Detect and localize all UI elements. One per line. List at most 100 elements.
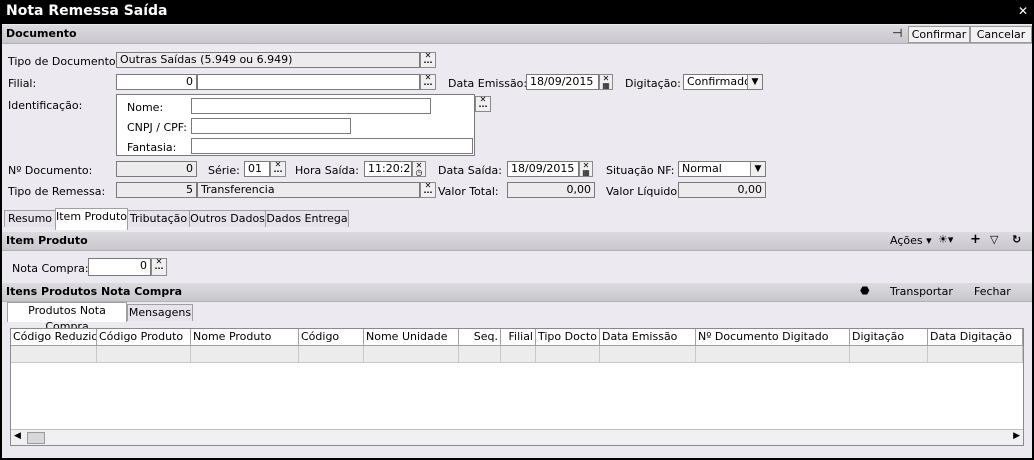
nr-documento-input[interactable]: 0 <box>116 161 197 177</box>
tipo-remessa-label: Tipo de Remessa: <box>8 185 106 198</box>
close-icon[interactable]: ✕ <box>1018 4 1028 18</box>
serie-label: Série: <box>208 164 240 177</box>
tipo-documento-input[interactable]: Outras Saídas (5.949 ou 6.949) <box>116 52 420 68</box>
form-body: Documento ⊣ Confirmar Cancelar Tipo de D… <box>2 24 1032 458</box>
item-produto-header-title: Item Produto <box>6 234 88 247</box>
digitacao-select[interactable]: Confirmado ▼ <box>683 74 763 90</box>
title-bar: Nota Remessa Saída ✕ <box>0 0 1034 24</box>
table-row[interactable] <box>501 346 536 363</box>
add-icon[interactable]: + <box>970 232 981 247</box>
table-row[interactable] <box>696 346 850 363</box>
table-row[interactable] <box>850 346 928 363</box>
fechar-link[interactable]: Fechar <box>974 285 1011 298</box>
acoes-menu[interactable]: Ações ▾ <box>890 234 932 247</box>
fantasia-label: Fantasia: <box>127 141 177 154</box>
col-header[interactable]: Seq. <box>459 329 501 346</box>
valor-total-input[interactable]: 0,00 <box>507 182 595 198</box>
col-header[interactable]: Código Produto <box>97 329 191 346</box>
subtab-mensagens[interactable]: Mensagens <box>127 304 193 321</box>
col-header[interactable]: Código <box>299 329 364 346</box>
col-header[interactable]: Tipo Docto <box>536 329 600 346</box>
table-row[interactable] <box>11 346 97 363</box>
col-header[interactable]: Data Emissão <box>600 329 696 346</box>
scroll-right-icon[interactable]: ▶ <box>1013 431 1020 441</box>
tab-dados-entrega[interactable]: Dados Entrega <box>265 210 349 227</box>
nr-documento-label: Nº Documento: <box>8 164 93 177</box>
data-emissao-calendar-icon[interactable]: ✕ ▦ <box>599 74 613 90</box>
identificacao-panel: Nome: CNPJ / CPF: Fantasia: <box>116 94 475 156</box>
view-options-icon[interactable]: ☀▾ <box>938 233 953 246</box>
transportar-link[interactable]: Transportar <box>890 285 953 298</box>
col-header[interactable]: Nome Unidade <box>364 329 459 346</box>
data-saida-input[interactable]: 18/09/2015 <box>507 161 579 177</box>
itens-header: Itens Produtos Nota Compra ⬣ Transportar… <box>2 283 1032 302</box>
table-row[interactable] <box>536 346 600 363</box>
col-header[interactable]: Filial <box>501 329 536 346</box>
item-produto-header: Item Produto Ações ▾ ☀▾ + ▽ ↻ <box>2 232 1032 251</box>
tab-tributacao[interactable]: Tributação <box>127 210 190 227</box>
table-row[interactable] <box>364 346 459 363</box>
valor-total-label: Valor Total: <box>438 185 499 198</box>
chevron-down-icon[interactable]: ▼ <box>747 75 762 89</box>
tipo-documento-label: Tipo de Documento: <box>8 55 120 68</box>
valor-liquido-label: Valor Líquido: <box>606 185 681 198</box>
nome-label: Nome: <box>127 101 164 114</box>
table-row[interactable] <box>299 346 364 363</box>
tipo-documento-search-button[interactable]: ✕ ··· <box>420 52 436 68</box>
confirmar-button[interactable]: Confirmar <box>908 26 970 43</box>
window: Nota Remessa Saída ✕ Documento ⊣ Confirm… <box>0 0 1034 460</box>
nome-input[interactable] <box>191 98 431 114</box>
filial-name-input[interactable] <box>197 74 420 90</box>
cnpj-label: CNPJ / CPF: <box>127 121 187 134</box>
filial-search-button[interactable]: ✕ ··· <box>420 74 436 90</box>
table-row[interactable] <box>97 346 191 363</box>
col-header[interactable]: Digitação <box>850 329 928 346</box>
serie-input[interactable]: 01 <box>244 161 270 177</box>
nota-compra-label: Nota Compra: <box>12 262 89 275</box>
table-row[interactable] <box>191 346 299 363</box>
cancelar-button[interactable]: Cancelar <box>970 26 1032 43</box>
filter-icon[interactable]: ▽ <box>990 233 998 246</box>
scroll-left-icon[interactable]: ◀ <box>14 431 21 441</box>
data-emissao-input[interactable]: 18/09/2015 <box>526 74 599 90</box>
tab-outros-dados[interactable]: Outros Dados <box>189 210 266 227</box>
filial-code-input[interactable]: 0 <box>116 74 197 90</box>
tipo-remessa-code-input[interactable]: 5 <box>116 182 197 198</box>
scroll-thumb[interactable] <box>27 432 45 444</box>
table-row[interactable] <box>928 346 1023 363</box>
itens-header-title: Itens Produtos Nota Compra <box>6 285 183 298</box>
situacao-value: Normal <box>682 162 722 175</box>
produtos-grid: Código Reduzido Código Produto Nome Prod… <box>10 328 1024 446</box>
horizontal-scrollbar[interactable]: ◀ ▶ <box>11 429 1023 445</box>
documento-header: Documento ⊣ Confirmar Cancelar <box>2 25 1032 44</box>
table-row[interactable] <box>459 346 501 363</box>
nota-compra-search-button[interactable]: ✕ ··· <box>151 258 167 276</box>
fantasia-input[interactable] <box>191 138 473 154</box>
table-row[interactable] <box>600 346 696 363</box>
hora-saida-spin-icon[interactable]: ✕ ◷ <box>412 161 426 177</box>
identificacao-search-button[interactable]: ✕ ··· <box>475 96 491 112</box>
pin-icon[interactable]: ⊣ <box>892 26 902 40</box>
situacao-select[interactable]: Normal ▼ <box>678 161 766 177</box>
subtab-produtos-nota-compra[interactable]: Produtos Nota Compra <box>7 302 127 333</box>
col-header[interactable]: Data Digitação <box>928 329 1023 346</box>
nota-compra-input[interactable]: 0 <box>88 258 151 276</box>
tipo-remessa-name-input[interactable]: Transferencia <box>197 182 420 198</box>
cnpj-input[interactable] <box>191 118 351 134</box>
acoes-label: Ações <box>890 234 923 247</box>
data-saida-calendar-icon[interactable]: ✕ ▦ <box>579 161 593 177</box>
situacao-label: Situação NF: <box>606 164 675 177</box>
serie-search-button[interactable]: ✕ ··· <box>270 161 286 177</box>
col-header[interactable]: Nº Documento Digitado <box>696 329 850 346</box>
documento-header-title: Documento <box>6 27 77 40</box>
tab-item-produto[interactable]: Item Produto <box>55 208 128 230</box>
hora-saida-input[interactable]: 11:20:22 <box>364 161 412 177</box>
tipo-remessa-search-button[interactable]: ✕ ··· <box>420 182 436 198</box>
data-emissao-label: Data Emissão: <box>448 77 528 90</box>
refresh-icon[interactable]: ↻ <box>1012 233 1021 246</box>
col-header[interactable]: Código Reduzido <box>11 329 97 346</box>
col-header[interactable]: Nome Produto <box>191 329 299 346</box>
tab-resumo[interactable]: Resumo <box>4 210 56 227</box>
valor-liquido-input[interactable]: 0,00 <box>678 182 766 198</box>
chevron-down-icon[interactable]: ▼ <box>750 162 765 176</box>
